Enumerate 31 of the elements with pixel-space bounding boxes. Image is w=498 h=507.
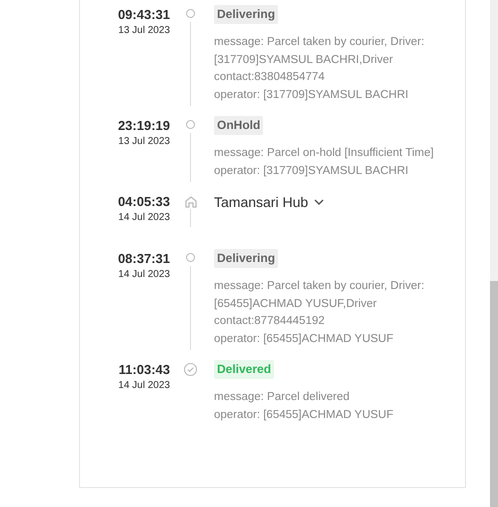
status-tag: Delivering bbox=[214, 5, 278, 24]
building-icon bbox=[185, 196, 197, 208]
message-text: message: Parcel taken by courier, Driver: bbox=[214, 279, 424, 294]
status-tag: OnHold bbox=[214, 116, 264, 135]
hub-toggle[interactable]: Tamansari Hub bbox=[214, 192, 324, 212]
operator-text: operator: [317709]SYAMSUL BACHRI bbox=[214, 164, 410, 178]
status-tag: Delivering bbox=[214, 249, 278, 268]
message-text: contact:87784445192 bbox=[214, 314, 326, 329]
operator-text: operator: [65455]ACHMAD YUSUF bbox=[214, 408, 394, 422]
event-time: 11:03:43 bbox=[118, 361, 170, 379]
event-date: 14 Jul 2023 bbox=[118, 379, 170, 393]
scrollbar-thumb[interactable] bbox=[490, 281, 498, 507]
event-time: 04:05:33 bbox=[118, 193, 170, 211]
event-time: 08:37:31 bbox=[118, 250, 170, 268]
message-text: [317709]SYAMSUL BACHRI,Driver bbox=[214, 52, 394, 68]
event-time: 09:43:31 bbox=[118, 6, 170, 24]
status-tag: Delivered bbox=[214, 360, 274, 379]
event-date: 14 Jul 2023 bbox=[118, 211, 170, 225]
message-text: message: Parcel taken by courier, Driver: bbox=[214, 35, 424, 50]
chevron-icon bbox=[314, 198, 324, 206]
operator-text: operator: [65455]ACHMAD YUSUF bbox=[214, 332, 394, 346]
operator-text: operator: [317709]SYAMSUL BACHRI bbox=[214, 88, 410, 102]
message-text: message: Parcel delivered bbox=[214, 390, 351, 405]
event-time: 23:19:19 bbox=[118, 117, 170, 135]
event-date: 14 Jul 2023 bbox=[118, 268, 170, 282]
check-circle-icon bbox=[184, 363, 197, 376]
event-date: 13 Jul 2023 bbox=[118, 24, 170, 38]
event-date: 13 Jul 2023 bbox=[118, 135, 170, 149]
message-text: message: Parcel on-hold [Insufficient Time] bbox=[214, 146, 434, 161]
message-text: contact:83804854774 bbox=[214, 70, 326, 85]
message-text: [65455]ACHMAD YUSUF,Driver bbox=[214, 296, 378, 312]
